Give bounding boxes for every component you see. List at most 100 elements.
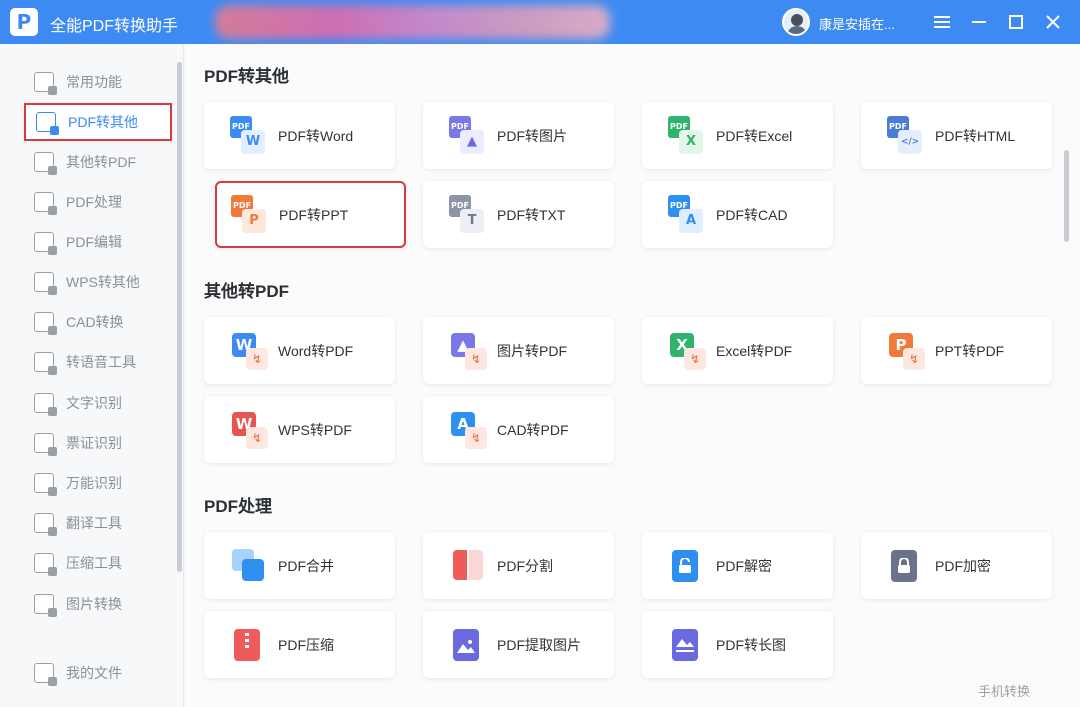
sidebar-item-label: 其他转PDF <box>66 154 136 170</box>
card-label: PDF转Word <box>278 127 354 144</box>
card-pdf-to-cad[interactable]: PDF A PDF转CAD <box>642 181 833 248</box>
sidebar-item-label: 转语音工具 <box>66 354 136 370</box>
sidebar-item-common[interactable]: 常用功能 <box>24 63 172 101</box>
wps-to-pdf-icon: W ↯ <box>230 410 270 450</box>
close-icon[interactable] <box>1039 8 1067 36</box>
card-pdf-to-txt[interactable]: PDF T PDF转TXT <box>423 181 614 248</box>
content-scrollbar[interactable] <box>1064 150 1069 242</box>
sidebar-item-ticket-ocr[interactable]: 票证识别 <box>24 424 172 462</box>
card-label: PDF解密 <box>716 557 772 574</box>
sidebar-item-label: CAD转换 <box>66 314 124 330</box>
card-pdf-to-html[interactable]: PDF </> PDF转HTML <box>861 102 1052 169</box>
card-pdf-to-long-image[interactable]: PDF转长图 <box>642 611 833 678</box>
sidebar-item-my-files[interactable]: 我的文件 <box>24 654 172 692</box>
card-pdf-decrypt[interactable]: PDF解密 <box>642 532 833 599</box>
folder-icon <box>34 663 57 686</box>
translate-icon <box>34 513 57 536</box>
blurred-banner <box>215 5 610 39</box>
merge-icon <box>230 546 270 586</box>
card-ppt-to-pdf[interactable]: P ↯ PPT转PDF <box>861 317 1052 384</box>
speech-icon <box>34 352 57 375</box>
card-label: PDF提取图片 <box>497 636 581 653</box>
pdf-to-txt-icon: PDF T <box>449 194 489 235</box>
card-label: Excel转PDF <box>716 342 793 359</box>
pdf-to-image-icon: PDF ▲ <box>449 115 489 156</box>
card-word-to-pdf[interactable]: W ↯ Word转PDF <box>204 317 395 384</box>
card-cad-to-pdf[interactable]: A ↯ CAD转PDF <box>423 396 614 463</box>
sidebar-item-label: 我的文件 <box>66 665 122 681</box>
card-pdf-to-image[interactable]: PDF ▲ PDF转图片 <box>423 102 614 169</box>
sidebar-item-speech-tools[interactable]: 转语音工具 <box>24 343 172 381</box>
star-icon <box>34 72 57 95</box>
pdf-to-excel-icon: PDF X <box>668 115 708 156</box>
card-label: PDF转图片 <box>497 127 567 144</box>
sidebar-item-label: WPS转其他 <box>66 274 140 290</box>
card-label: PDF转PPT <box>279 206 349 223</box>
pdf-to-html-icon: PDF </> <box>887 115 927 156</box>
sidebar-item-label: PDF转其他 <box>68 114 138 130</box>
card-label: PDF合并 <box>278 557 334 574</box>
wps-icon <box>34 272 57 295</box>
card-pdf-compress[interactable]: PDF压缩 <box>204 611 395 678</box>
card-label: PDF转长图 <box>716 636 786 653</box>
pdf-to-ppt-icon: PDF P <box>231 194 271 235</box>
sidebar-item-other-to-pdf[interactable]: 其他转PDF <box>24 143 172 181</box>
card-pdf-encrypt[interactable]: PDF加密 <box>861 532 1052 599</box>
sidebar-item-image-convert[interactable]: 图片转换 <box>24 585 172 623</box>
card-pdf-to-word[interactable]: PDF W PDF转Word <box>204 102 395 169</box>
split-icon <box>449 546 489 586</box>
pdf-to-word-icon: PDF W <box>230 115 270 156</box>
word-to-pdf-icon: W ↯ <box>230 331 270 371</box>
card-pdf-split[interactable]: PDF分割 <box>423 532 614 599</box>
user-avatar[interactable] <box>782 8 810 36</box>
sidebar-item-translate[interactable]: 翻译工具 <box>24 504 172 542</box>
sidebar-item-cad-convert[interactable]: CAD转换 <box>24 303 172 341</box>
sidebar-item-pdf-to-other[interactable]: PDF转其他 <box>24 103 172 141</box>
user-name[interactable]: 康是安插在... <box>819 14 895 33</box>
image-icon <box>34 594 57 617</box>
card-label: PDF分割 <box>497 557 553 574</box>
sidebar-item-universal-ocr[interactable]: 万能识别 <box>24 464 172 502</box>
card-image-to-pdf[interactable]: ▲ ↯ 图片转PDF <box>423 317 614 384</box>
cad-icon <box>34 312 57 335</box>
section-title-pdf-processing: PDF处理 <box>204 497 272 516</box>
card-label: PPT转PDF <box>935 342 1005 359</box>
sidebar-item-pdf-edit[interactable]: PDF编辑 <box>24 223 172 261</box>
long-image-icon <box>668 625 708 665</box>
sidebar-item-label: 图片转换 <box>66 596 122 612</box>
convert-icon <box>36 112 59 135</box>
card-label: PDF加密 <box>935 557 991 574</box>
sidebar-item-text-ocr[interactable]: 文字识别 <box>24 384 172 422</box>
sidebar-item-label: 万能识别 <box>66 475 122 491</box>
excel-to-pdf-icon: X ↯ <box>668 331 708 371</box>
section-title-other-to-pdf: 其他转PDF <box>204 282 289 301</box>
ticket-icon <box>34 433 57 456</box>
card-label: PDF压缩 <box>278 636 334 653</box>
mobile-convert-link[interactable]: 手机转换 <box>978 681 1030 700</box>
sidebar-item-compress[interactable]: 压缩工具 <box>24 544 172 582</box>
sidebar-scrollbar[interactable] <box>177 62 182 572</box>
card-label: 图片转PDF <box>497 342 567 359</box>
card-pdf-extract-images[interactable]: PDF提取图片 <box>423 611 614 678</box>
maximize-icon[interactable] <box>1002 8 1030 36</box>
minimize-icon[interactable] <box>965 8 993 36</box>
pdf-to-cad-icon: PDF A <box>668 194 708 235</box>
card-pdf-merge[interactable]: PDF合并 <box>204 532 395 599</box>
sidebar-item-label: PDF编辑 <box>66 234 122 250</box>
card-label: PDF转HTML <box>935 127 1016 144</box>
card-excel-to-pdf[interactable]: X ↯ Excel转PDF <box>642 317 833 384</box>
card-pdf-to-ppt[interactable]: PDF P PDF转PPT <box>215 181 406 248</box>
card-label: PDF转TXT <box>497 206 566 223</box>
sidebar-item-pdf-process[interactable]: PDF处理 <box>24 183 172 221</box>
zip-icon <box>230 625 270 665</box>
card-wps-to-pdf[interactable]: W ↯ WPS转PDF <box>204 396 395 463</box>
card-label: CAD转PDF <box>497 421 569 438</box>
card-label: WPS转PDF <box>278 421 352 438</box>
card-pdf-to-excel[interactable]: PDF X PDF转Excel <box>642 102 833 169</box>
menu-icon[interactable] <box>928 8 956 36</box>
process-icon <box>34 192 57 215</box>
sidebar: 常用功能 PDF转其他 其他转PDF PDF处理 PDF编辑 WPS转其他 CA… <box>0 44 184 707</box>
app-title: 全能PDF转换助手 <box>50 18 179 35</box>
sidebar-item-wps-to-other[interactable]: WPS转其他 <box>24 263 172 301</box>
card-label: PDF转Excel <box>716 127 793 144</box>
